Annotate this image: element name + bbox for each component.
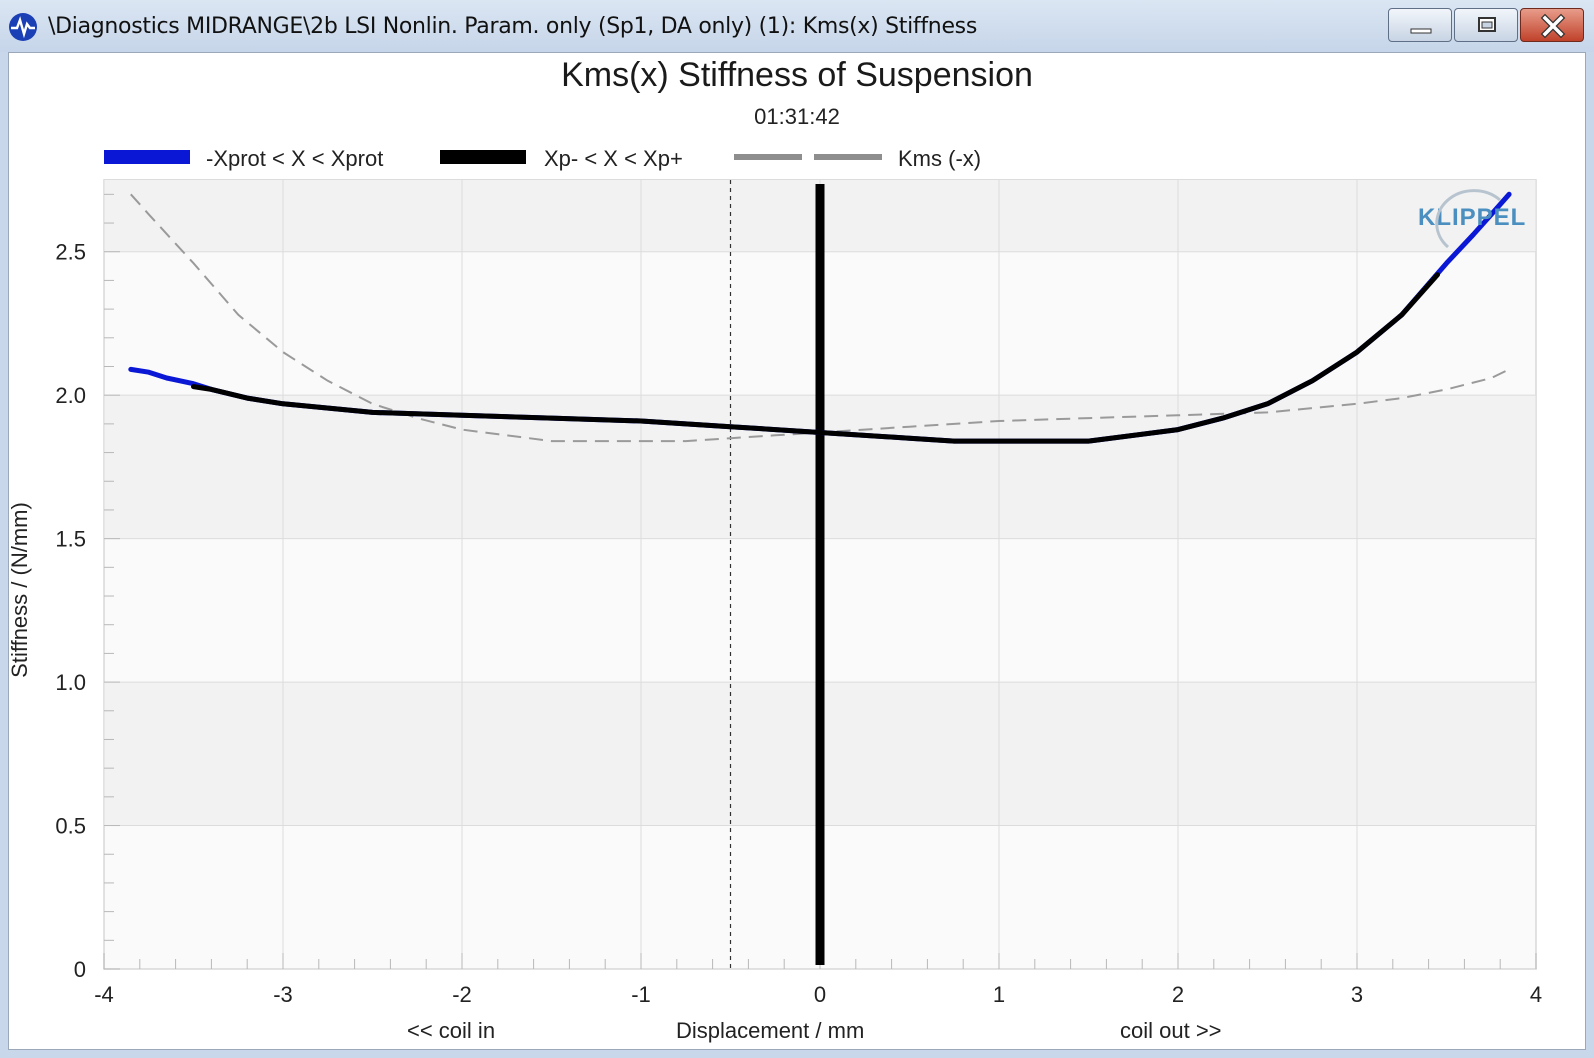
y-tick-label: 1.0 <box>55 670 86 695</box>
x-tick-label: 3 <box>1351 982 1363 1007</box>
x-tick-label: 2 <box>1172 982 1184 1007</box>
chart-plot: -4 -3 -2 -1 0 1 2 3 4 0 0.5 1.0 1.5 2.0 2.5 KLIPPEL <box>55 179 1542 1007</box>
x-axis-label: Displacement / mm <box>676 1018 865 1043</box>
y-tick-label: 0 <box>74 957 86 982</box>
x-axis-label-right: coil out >> <box>1120 1018 1222 1043</box>
x-tick-label: -2 <box>452 982 472 1007</box>
x-tick-label: -1 <box>631 982 651 1007</box>
y-tick-label: 0.5 <box>55 814 86 839</box>
klippel-logo: KLIPPEL <box>1418 204 1526 231</box>
y-tick-label: 1.5 <box>55 527 86 552</box>
plot-window: \Diagnostics MIDRANGE\2b LSI Nonlin. Par… <box>0 0 1594 1058</box>
x-tick-label: 4 <box>1530 982 1542 1007</box>
x-tick-label: 1 <box>993 982 1005 1007</box>
x-tick-label: 0 <box>814 982 826 1007</box>
y-axis-label: Stiffness / (N/mm) <box>7 502 32 678</box>
y-tick-label: 2.5 <box>55 240 86 265</box>
x-tick-label: -4 <box>94 982 114 1007</box>
y-tick-label: 2.0 <box>55 383 86 408</box>
x-tick-label: -3 <box>273 982 293 1007</box>
x-axis-label-left: << coil in <box>407 1018 496 1043</box>
